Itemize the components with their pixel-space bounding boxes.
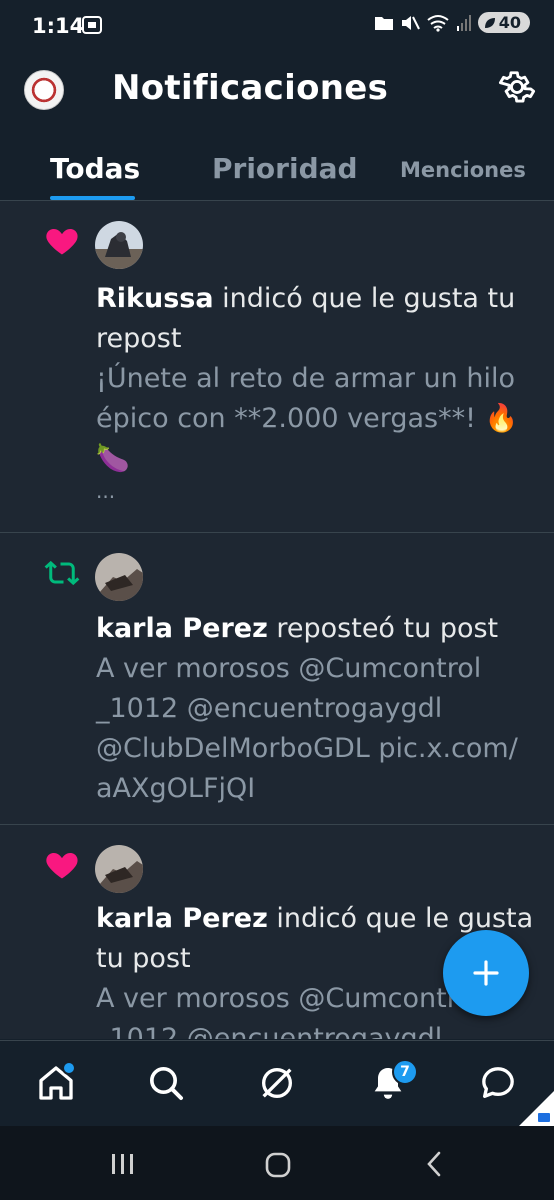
heart-icon [46, 229, 78, 255]
app-header: Notificaciones Todas Prioridad Menciones [0, 52, 554, 201]
tab-priority[interactable]: Prioridad [212, 152, 358, 185]
active-tab-indicator [50, 196, 135, 200]
profile-avatar[interactable] [24, 70, 64, 110]
grok-icon[interactable] [257, 1063, 297, 1103]
notification-action: reposteó tu post [267, 613, 499, 644]
folder-lock-icon [374, 16, 393, 30]
gear-icon[interactable] [498, 68, 536, 106]
post-line: A ver morosos @Cumcontrol [96, 653, 482, 684]
avatar[interactable] [95, 845, 143, 893]
bottom-navigation: 7 [0, 1040, 554, 1127]
notification-action-cont: tu post [96, 943, 191, 974]
notification-item[interactable]: karla Perez reposteó tu post A ver moros… [0, 533, 554, 825]
battery-indicator: 40 [477, 12, 530, 33]
recent-apps-icon[interactable] [110, 1152, 136, 1176]
notification-text: Rikussa indicó que le gusta tu repost [96, 279, 541, 359]
search-icon[interactable] [146, 1063, 186, 1103]
status-icons: 40 [374, 12, 530, 33]
post-line: @ClubDelMorboGDL pic.x.com/ [96, 733, 518, 764]
repost-icon [44, 560, 80, 586]
notification-text: karla Perez reposteó tu post [96, 609, 541, 649]
notification-item[interactable]: Rikussa indicó que le gusta tu repost ¡Ú… [0, 201, 554, 533]
notification-action: indicó que le gusta [267, 903, 534, 934]
notification-user[interactable]: karla Perez [96, 903, 268, 934]
home-new-dot [62, 1061, 76, 1075]
page-title: Notificaciones [112, 68, 389, 108]
avatar[interactable] [95, 553, 143, 601]
notification-user[interactable]: Rikussa [96, 283, 214, 314]
leaf-icon [484, 17, 495, 28]
messages-icon[interactable] [478, 1063, 518, 1103]
wifi-icon [427, 14, 449, 32]
screenshot-icon [82, 16, 102, 34]
notification-post-preview[interactable]: ¡Únete al reto de armar un hilo épico co… [96, 359, 541, 503]
tab-all[interactable]: Todas [50, 152, 140, 185]
post-line: épico con **2.000 vergas**! 🔥 [96, 403, 519, 434]
avatar[interactable] [95, 221, 143, 269]
compose-button[interactable] [443, 930, 529, 1016]
post-line: aAXgOLFjQI [96, 773, 256, 804]
status-time: 1:14 [32, 14, 85, 38]
heart-icon [46, 853, 78, 879]
post-line: _1012 @encuentrogaygdl [96, 1023, 443, 1039]
signal-icon [456, 14, 471, 31]
plus-icon [473, 960, 499, 986]
back-icon[interactable] [424, 1150, 444, 1178]
post-line: ¡Únete al reto de armar un hilo [96, 363, 516, 394]
notification-tabs: Todas Prioridad Menciones [0, 148, 554, 200]
notification-user[interactable]: karla Perez [96, 613, 268, 644]
notification-action: indicó que le gusta tu [213, 283, 516, 314]
home-button-icon[interactable] [264, 1151, 292, 1179]
notifications-feed[interactable]: Rikussa indicó que le gusta tu repost ¡Ú… [0, 201, 554, 1039]
status-bar: 1:14 40 [0, 0, 554, 52]
post-line: _1012 @encuentrogaygdl [96, 693, 443, 724]
tab-mentions[interactable]: Menciones [400, 158, 526, 182]
notifications-badge: 7 [392, 1059, 418, 1085]
post-ellipsis: ... [96, 479, 116, 503]
post-line: 🍆 [96, 443, 130, 474]
battery-level: 40 [498, 13, 521, 32]
system-navigation-bar [0, 1126, 554, 1200]
notification-action-cont: repost [96, 323, 182, 354]
corner-folder-icon [518, 1091, 554, 1127]
notification-post-preview[interactable]: A ver morosos @Cumcontrol _1012 @encuent… [96, 649, 541, 809]
mute-icon [401, 15, 420, 30]
